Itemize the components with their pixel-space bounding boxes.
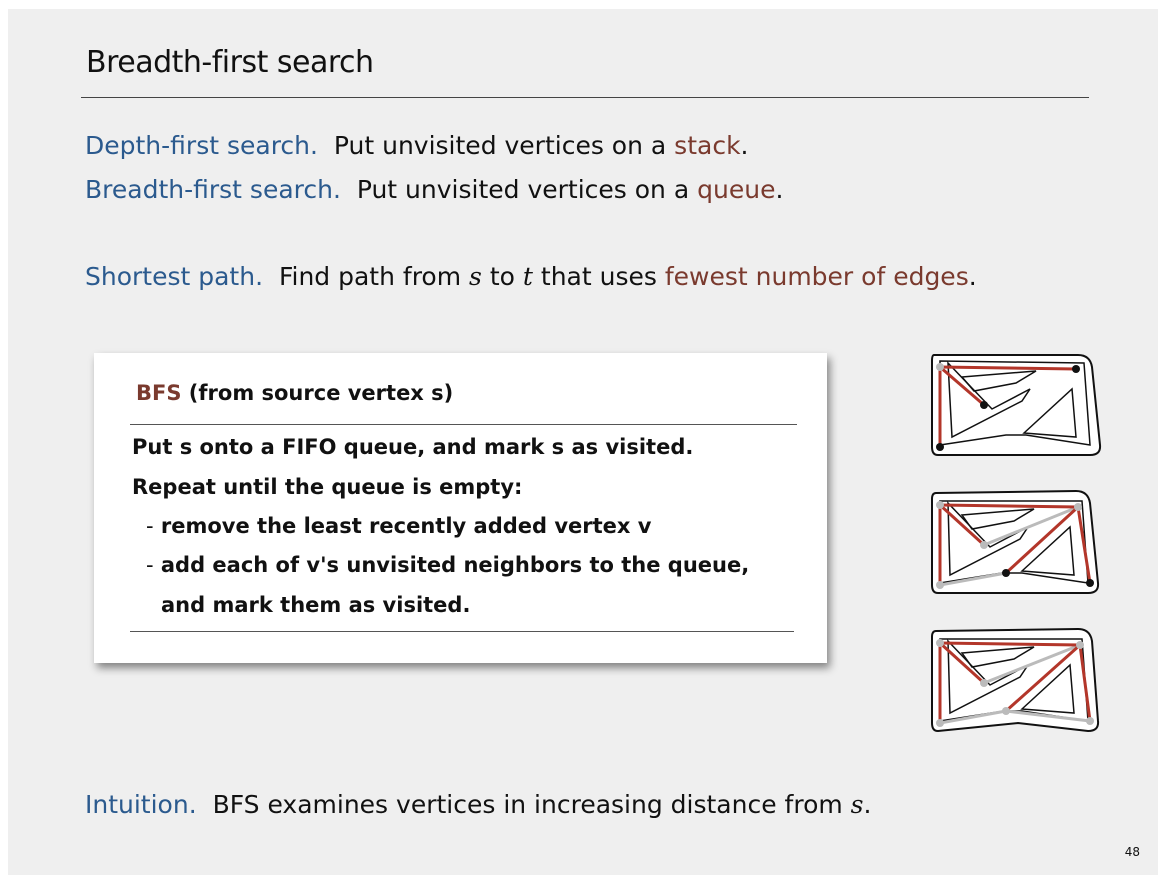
intuition-text: BFS examines vertices in increasing dist…: [212, 790, 843, 819]
step-2: Repeat until the queue is empty:: [132, 475, 523, 499]
step-4: - add each of v's unvisited neighbors to…: [146, 553, 749, 577]
step-3-text: remove the least recently added vertex v: [160, 514, 652, 538]
bfs-term: Breadth-first search.: [85, 175, 341, 204]
step-4-dash: -: [146, 553, 154, 577]
box-title: BFS (from source vertex s): [136, 381, 453, 405]
maze-graph-2: [931, 489, 1100, 594]
shortest-path-end: .: [968, 262, 977, 291]
shortest-path-highlight: fewest number of edges: [664, 262, 969, 291]
shortest-path-text1: Find path from: [278, 262, 462, 291]
shortest-path-term: Shortest path.: [85, 262, 264, 291]
slide: Breadth-first search Depth-first search.…: [8, 9, 1158, 875]
bfs-line: Breadth-first search. Put unvisited vert…: [85, 175, 783, 204]
step-3-dash: -: [146, 514, 154, 538]
box-bottom-rule: [130, 631, 794, 632]
step-5: and mark them as visited.: [161, 593, 471, 617]
dfs-text: Put unvisited vertices on a: [333, 131, 667, 160]
step-1: Put s onto a FIFO queue, and mark s as v…: [132, 435, 694, 459]
shortest-path-text2: that uses: [540, 262, 657, 291]
var-s: s: [469, 262, 482, 291]
dfs-term: Depth-first search.: [85, 131, 318, 160]
intuition-end: .: [863, 790, 872, 819]
slide-title: Breadth-first search: [86, 45, 374, 80]
intuition-line: Intuition. BFS examines vertices in incr…: [85, 790, 871, 819]
var-t: t: [522, 262, 533, 291]
bfs-end: .: [775, 175, 784, 204]
shortest-path-to: to: [489, 262, 515, 291]
title-rule: [81, 97, 1089, 98]
shortest-path-line: Shortest path. Find path from s to t tha…: [85, 262, 977, 291]
dfs-highlight: stack: [674, 131, 741, 160]
page-number: 48: [1124, 845, 1140, 859]
step-4-text: add each of v's unvisited neighbors to t…: [160, 553, 750, 577]
box-title-rest: (from source vertex s): [188, 381, 454, 405]
intuition-term: Intuition.: [85, 790, 197, 819]
maze-graph-1: [931, 354, 1102, 456]
dfs-line: Depth-first search. Put unvisited vertic…: [85, 131, 749, 160]
step-3: - remove the least recently added vertex…: [146, 514, 651, 538]
maze-graph-3: [931, 627, 1100, 733]
bfs-highlight: queue: [697, 175, 776, 204]
box-title-bfs: BFS: [136, 381, 182, 405]
intuition-var-s: s: [850, 790, 864, 819]
bfs-text: Put unvisited vertices on a: [356, 175, 690, 204]
bfs-algorithm-box: BFS (from source vertex s) Put s onto a …: [94, 353, 827, 663]
box-top-rule: [130, 424, 797, 425]
dfs-end: .: [740, 131, 749, 160]
